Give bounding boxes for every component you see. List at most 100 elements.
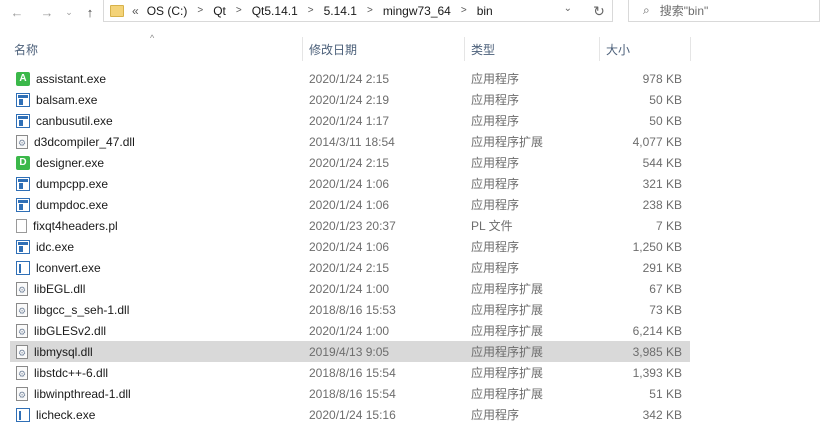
arrow-left-icon: ← bbox=[10, 4, 24, 20]
file-date: 2020/1/24 1:06 bbox=[309, 239, 390, 254]
address-dropdown-icon[interactable]: ⌄ bbox=[564, 3, 572, 14]
search-box[interactable]: ⌕ 搜索"bin" bbox=[628, 0, 820, 22]
file-row[interactable]: libwinpthread-1.dll 2018/8/16 15:54 应用程序扩展… bbox=[10, 383, 690, 404]
file-name: licheck.exe bbox=[36, 407, 96, 422]
file-name-cell: dumpdoc.exe bbox=[16, 194, 108, 215]
file-date: 2018/8/16 15:54 bbox=[309, 386, 396, 401]
column-divider[interactable] bbox=[599, 37, 600, 61]
file-size: 7 KB bbox=[655, 218, 682, 233]
file-type: 应用程序 bbox=[471, 408, 520, 422]
file-size: 73 KB bbox=[649, 302, 682, 317]
breadcrumb-item[interactable]: mingw73_64 bbox=[383, 4, 451, 18]
file-name: lconvert.exe bbox=[36, 260, 101, 275]
application-icon bbox=[16, 113, 30, 128]
file-name: dumpdoc.exe bbox=[36, 197, 109, 212]
breadcrumb-separator-icon[interactable]: > bbox=[236, 5, 242, 16]
file-name-cell: libmysql.dll bbox=[16, 341, 93, 362]
breadcrumb-item[interactable]: OS (C:) bbox=[147, 4, 188, 18]
file-type: 应用程序扩展 bbox=[471, 135, 544, 149]
file-row[interactable]: Aassistant.exe 2020/1/24 2:15 应用程序 978 KB bbox=[10, 68, 690, 89]
file-row[interactable]: idc.exe 2020/1/24 1:06 应用程序 1,250 KB bbox=[10, 236, 690, 257]
dll-file-icon bbox=[16, 323, 28, 338]
file-date: 2018/8/16 15:54 bbox=[309, 365, 396, 380]
file-row[interactable]: Ddesigner.exe 2020/1/24 2:15 应用程序 544 KB bbox=[10, 152, 690, 173]
file-row[interactable]: dumpdoc.exe 2020/1/24 1:06 应用程序 238 KB bbox=[10, 194, 690, 215]
back-button[interactable]: ← bbox=[6, 0, 28, 24]
file-name-cell: Ddesigner.exe bbox=[16, 152, 104, 173]
file-date: 2020/1/24 1:17 bbox=[309, 113, 390, 128]
file-date: 2020/1/24 2:15 bbox=[309, 260, 390, 275]
file-row[interactable]: libgcc_s_seh-1.dll 2018/8/16 15:53 应用程序扩展 7… bbox=[10, 299, 690, 320]
breadcrumb-item[interactable]: 5.14.1 bbox=[324, 4, 357, 18]
file-name-cell: libwinpthread-1.dll bbox=[16, 383, 131, 404]
breadcrumb-item-current[interactable]: bin bbox=[477, 4, 493, 18]
arrow-right-icon: → bbox=[40, 4, 54, 20]
file-row[interactable]: libGLESv2.dll 2020/1/24 1:00 应用程序扩展 6,214 K… bbox=[10, 320, 690, 341]
file-date: 2018/8/16 15:53 bbox=[309, 302, 396, 317]
up-button[interactable]: ↑ bbox=[80, 0, 100, 24]
column-header-label: 名称 bbox=[14, 42, 39, 57]
file-name-cell: canbusutil.exe bbox=[16, 110, 113, 131]
breadcrumb-overflow[interactable]: « bbox=[132, 4, 139, 18]
column-header-name[interactable]: 名称 bbox=[14, 37, 300, 61]
dll-file-icon bbox=[16, 365, 28, 380]
file-row-selected[interactable]: libmysql.dll 2019/4/13 9:05 应用程序扩展 3,985 KB bbox=[10, 341, 690, 362]
breadcrumb-item[interactable]: Qt5.14.1 bbox=[252, 4, 298, 18]
file-row[interactable]: canbusutil.exe 2020/1/24 1:17 应用程序 50 KB bbox=[10, 110, 690, 131]
file-name-cell: fixqt4headers.pl bbox=[16, 215, 118, 236]
file-size: 1,250 KB bbox=[632, 239, 682, 254]
file-size: 6,214 KB bbox=[632, 323, 682, 338]
file-date: 2020/1/24 2:15 bbox=[309, 71, 390, 86]
file-type: 应用程序 bbox=[471, 240, 520, 254]
file-name-cell: lconvert.exe bbox=[16, 257, 101, 278]
file-type: 应用程序扩展 bbox=[471, 345, 544, 359]
column-divider[interactable] bbox=[690, 37, 691, 61]
file-name: balsam.exe bbox=[36, 92, 98, 107]
file-type: 应用程序扩展 bbox=[471, 282, 544, 296]
dll-file-icon bbox=[16, 386, 28, 401]
column-header-size[interactable]: 大小 bbox=[606, 37, 686, 61]
file-row[interactable]: licheck.exe 2020/1/24 15:16 应用程序 342 KB bbox=[10, 404, 690, 425]
refresh-button[interactable]: ↻ bbox=[584, 0, 614, 22]
file-date: 2019/4/13 9:05 bbox=[309, 344, 390, 359]
dll-file-icon bbox=[16, 344, 28, 359]
column-divider[interactable] bbox=[464, 37, 465, 61]
file-name-cell: Aassistant.exe bbox=[16, 68, 106, 89]
column-header-date[interactable]: 修改日期 bbox=[309, 37, 459, 61]
breadcrumb-separator-icon[interactable]: > bbox=[308, 5, 314, 16]
file-row[interactable]: fixqt4headers.pl 2020/1/23 20:37 PL 文件 7 KB bbox=[10, 215, 690, 236]
file-size: 3,985 KB bbox=[632, 344, 682, 359]
file-row[interactable]: lconvert.exe 2020/1/24 2:15 应用程序 291 KB bbox=[10, 257, 690, 278]
file-date: 2020/1/23 20:37 bbox=[309, 218, 396, 233]
recent-locations-button[interactable]: ⌄ bbox=[62, 0, 76, 24]
file-name: d3dcompiler_47.dll bbox=[34, 134, 135, 149]
file-type: 应用程序扩展 bbox=[471, 366, 544, 380]
app-icon-assistant: A bbox=[16, 71, 30, 86]
arrow-up-icon: ↑ bbox=[86, 4, 94, 20]
file-name-cell: libgcc_s_seh-1.dll bbox=[16, 299, 129, 320]
file-type: PL 文件 bbox=[471, 219, 513, 233]
file-row[interactable]: libstdc++-6.dll 2018/8/16 15:54 应用程序扩展 1,39… bbox=[10, 362, 690, 383]
column-header-type[interactable]: 类型 bbox=[471, 37, 596, 61]
breadcrumb-separator-icon[interactable]: > bbox=[197, 5, 203, 16]
file-type: 应用程序 bbox=[471, 93, 520, 107]
file-name: assistant.exe bbox=[36, 71, 107, 86]
breadcrumb-separator-icon[interactable]: > bbox=[367, 5, 373, 16]
file-date: 2020/1/24 1:06 bbox=[309, 176, 390, 191]
forward-button[interactable]: → bbox=[36, 0, 58, 24]
dll-file-icon bbox=[16, 281, 28, 296]
file-size: 978 KB bbox=[642, 71, 682, 86]
file-type: 应用程序 bbox=[471, 177, 520, 191]
file-row[interactable]: dumpcpp.exe 2020/1/24 1:06 应用程序 321 KB bbox=[10, 173, 690, 194]
file-type: 应用程序 bbox=[471, 261, 520, 275]
breadcrumb-item[interactable]: Qt bbox=[213, 4, 226, 18]
refresh-icon: ↻ bbox=[593, 2, 605, 19]
breadcrumb-separator-icon[interactable]: > bbox=[461, 5, 467, 16]
file-row[interactable]: balsam.exe 2020/1/24 2:19 应用程序 50 KB bbox=[10, 89, 690, 110]
address-toolbar: ← → ⌄ ↑ « OS (C:) > Qt > Qt5.14.1 > 5.14.1 >… bbox=[0, 0, 820, 24]
file-row[interactable]: d3dcompiler_47.dll 2014/3/11 18:54 应用程序扩展 4… bbox=[10, 131, 690, 152]
file-row[interactable]: libEGL.dll 2020/1/24 1:00 应用程序扩展 67 KB bbox=[10, 278, 690, 299]
address-bar[interactable]: « OS (C:) > Qt > Qt5.14.1 > 5.14.1 > mingw73… bbox=[103, 0, 613, 22]
column-divider[interactable] bbox=[302, 37, 303, 61]
file-size: 67 KB bbox=[649, 281, 682, 296]
